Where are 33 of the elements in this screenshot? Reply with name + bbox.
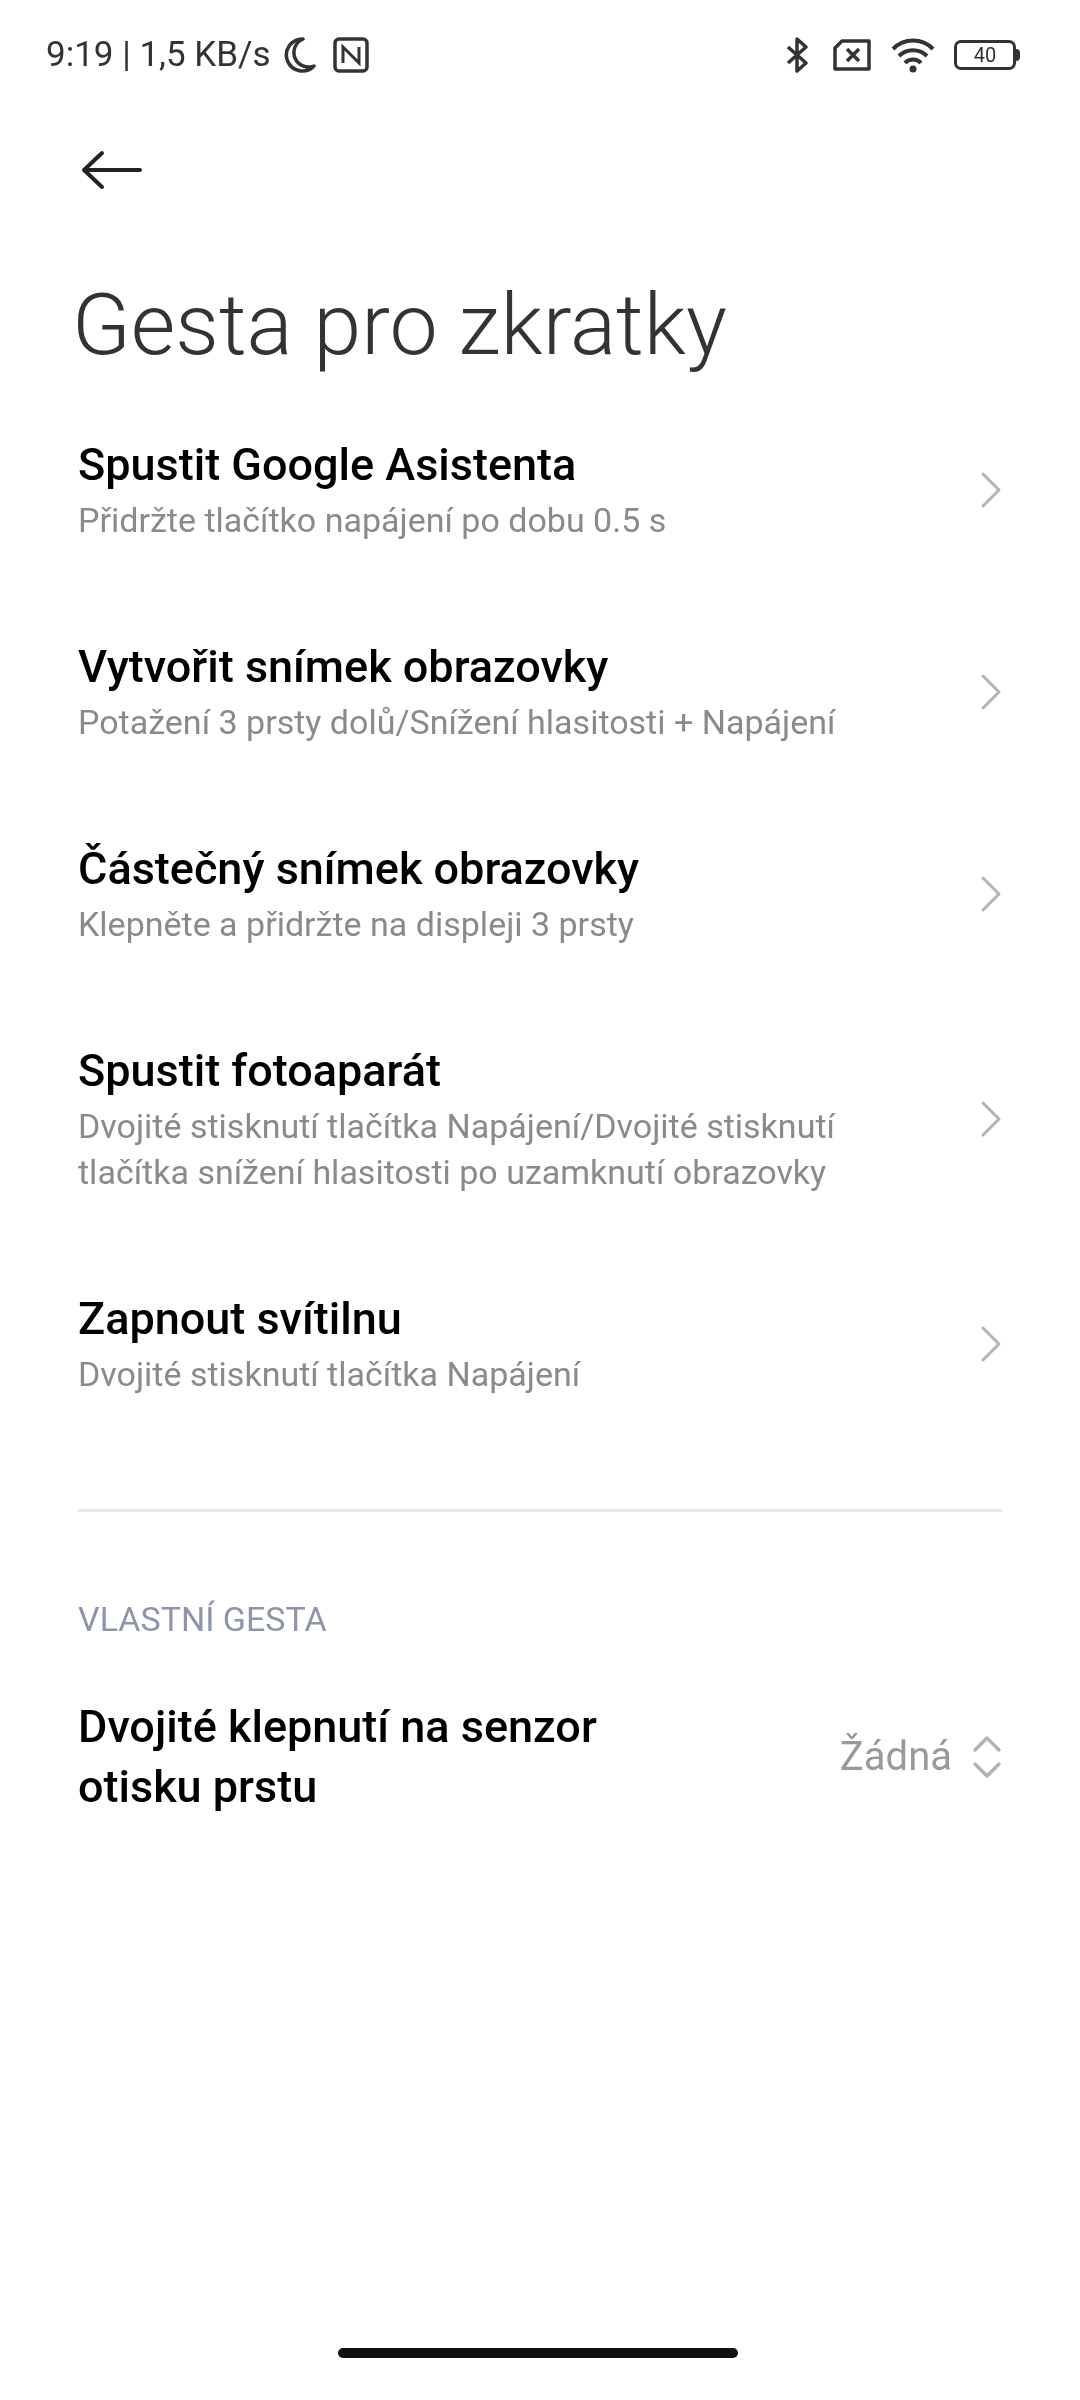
back-arrow-icon [80, 150, 142, 190]
item-title: Dvojité klepnutí na senzor otisku prstu [78, 1699, 598, 1815]
settings-item[interactable]: Spustit Google Asistenta Přidržte tlačítko napájení po dobu 0.5 s [0, 389, 1080, 591]
nfc-icon [332, 37, 369, 73]
chevron-right-icon [980, 471, 1002, 509]
item-subtitle: Klepněte a přidržte na displeji 3 prsty [78, 903, 635, 946]
item-value: Žádná [839, 1732, 952, 1782]
battery-level: 40 [973, 45, 997, 65]
item-subtitle: Přidržte tlačítko napájení po dobu 0.5 s [78, 499, 668, 542]
item-subtitle: Dvojité stisknutí tlačítka Napájení [78, 1353, 582, 1396]
status-time: 9:19 | 1,5 KB/s [46, 32, 271, 77]
settings-item[interactable]: Spustit fotoaparát Dvojité stisknutí tlačítka Napájení/Dvojité stisknutí tlačítka snížení hlasitosti po uzamknutí obrazovky [0, 995, 1080, 1243]
item-title: Spustit Google Asistenta [78, 437, 578, 493]
item-title: Vytvořit snímek obrazovky [78, 639, 610, 695]
chevron-right-icon [980, 1325, 1002, 1363]
settings-item[interactable]: Částečný snímek obrazovky Klepněte a přidržte na displeji 3 prsty [0, 793, 1080, 995]
chevron-right-icon [980, 1100, 1002, 1138]
chevron-right-icon [980, 673, 1002, 711]
wifi-icon [890, 37, 936, 73]
settings-item[interactable]: Vytvořit snímek obrazovky Potažení 3 prsty dolů/Snížení hlasitosti + Napájení [0, 591, 1080, 793]
chevron-right-icon [980, 875, 1002, 913]
settings-item[interactable]: Zapnout svítilnu Dvojité stisknutí tlačítka Napájení [0, 1243, 1080, 1445]
item-title: Částečný snímek obrazovky [78, 841, 641, 897]
item-title: Spustit fotoaparát [78, 1043, 442, 1099]
up-down-chevron-icon [972, 1734, 1002, 1780]
item-subtitle: Dvojité stisknutí tlačítka Napájení/Dvojité stisknutí tlačítka snížení hlasitosti po uzamknutí obrazovky [78, 1105, 837, 1194]
page-title: Gesta pro zkratky [71, 273, 728, 377]
section-header: VLASTNÍ GESTA [77, 1598, 328, 1641]
item-title: Zapnout svítilnu [78, 1291, 403, 1347]
back-button[interactable] [80, 150, 142, 190]
item-subtitle: Potažení 3 prsty dolů/Snížení hlasitosti + Napájení [78, 701, 837, 744]
sim-card-icon [832, 39, 872, 71]
settings-item[interactable]: Dvojité klepnutí na senzor otisku prstu Žádná [0, 1697, 1080, 1817]
